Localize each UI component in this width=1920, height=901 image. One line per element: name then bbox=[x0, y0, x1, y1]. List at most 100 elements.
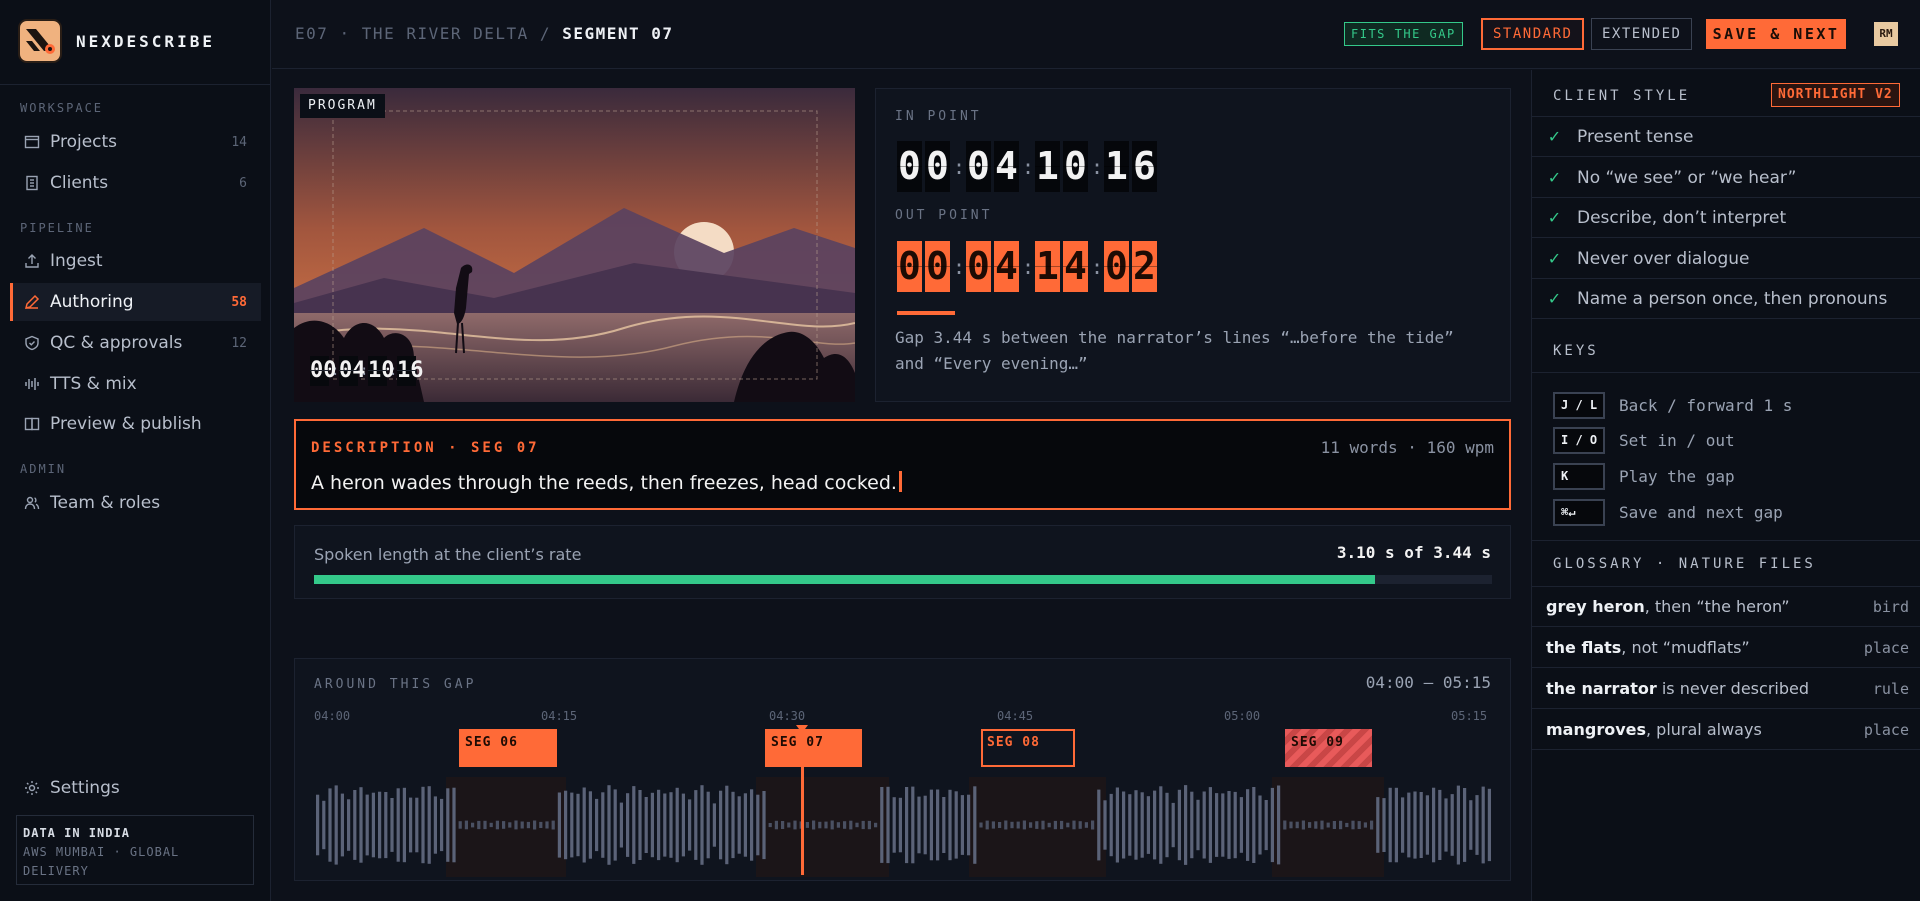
sidebar-item-projects[interactable]: Projects 14 bbox=[10, 123, 261, 161]
tc-minutes: 04 bbox=[339, 356, 366, 386]
out-s-digit: 4 bbox=[1063, 241, 1088, 292]
style-rule: ✓ No “we see” or “we hear” bbox=[1532, 158, 1920, 198]
book-icon bbox=[23, 415, 41, 433]
style-rule-text: Name a person once, then pronouns bbox=[1577, 288, 1888, 309]
gear-icon bbox=[23, 779, 41, 797]
avatar[interactable]: RM bbox=[1874, 22, 1898, 46]
region-line-2: AWS MUMBAI · GLOBAL bbox=[23, 845, 180, 859]
glossary-category: rule bbox=[1872, 679, 1909, 698]
sidebar-item-ingest[interactable]: Ingest bbox=[10, 242, 261, 280]
tick-label: 05:15 bbox=[1451, 709, 1488, 723]
sidebar-item-label: Clients bbox=[50, 173, 109, 193]
sidebar-item-authoring[interactable]: Authoring 58 bbox=[10, 283, 261, 321]
tc-separator: : bbox=[1091, 154, 1104, 179]
sidebar: NEXDESCRIBE WORKSPACE Projects 14 Client… bbox=[0, 0, 271, 901]
sidebar-item-tts-mix[interactable]: TTS & mix bbox=[10, 365, 261, 403]
out-m-digit: 0 bbox=[966, 241, 991, 292]
sidebar-item-clients[interactable]: Clients 6 bbox=[10, 164, 261, 202]
style-rule: ✓ Describe, don’t interpret bbox=[1532, 198, 1920, 238]
sidebar-item-count: 58 bbox=[231, 294, 247, 310]
glossary-term-bold: the flats bbox=[1546, 638, 1622, 657]
extended-toggle-button[interactable]: EXTENDED bbox=[1591, 18, 1693, 50]
glossary-term-bold: mangroves bbox=[1546, 720, 1646, 739]
segment-08[interactable]: SEG 08 bbox=[981, 729, 1075, 767]
segment-07[interactable]: SEG 07 bbox=[765, 729, 862, 767]
save-next-button[interactable]: SAVE & NEXT bbox=[1706, 19, 1846, 49]
in-s-digit: 1 bbox=[1035, 141, 1060, 192]
region-line-3: DELIVERY bbox=[23, 864, 89, 878]
shortcut-key: J / L bbox=[1553, 391, 1605, 419]
topbar: E07 · THE RIVER DELTA / SEGMENT 07 FITS … bbox=[272, 0, 1920, 69]
shortcut-key: K bbox=[1553, 462, 1605, 490]
shortcut-row: J / L Back / forward 1 s bbox=[1553, 391, 1792, 419]
sidebar-item-label: Authoring bbox=[50, 292, 134, 312]
check-icon: ✓ bbox=[1547, 168, 1562, 187]
glossary-item[interactable]: grey heron, then “the heron” bird bbox=[1532, 587, 1920, 627]
sidebar-item-label: Projects bbox=[50, 132, 118, 152]
region-line-1: DATA IN INDIA bbox=[23, 826, 130, 840]
in-point-timecode[interactable]: 0 0 : 0 4 : 1 0 : 1 6 bbox=[897, 141, 1160, 192]
timeline-panel[interactable]: AROUND THIS GAP 04:00 – 05:15 04:00 04:1… bbox=[294, 658, 1511, 881]
shortcut-row: K Play the gap bbox=[1553, 462, 1735, 490]
timeline-label: AROUND THIS GAP bbox=[314, 677, 477, 692]
program-monitor[interactable]: PROGRAM 00 : 04 : 10 : 16 bbox=[294, 88, 855, 402]
in-h-digit: 0 bbox=[897, 141, 922, 192]
tick-label: 04:00 bbox=[314, 709, 351, 723]
breadcrumb-path[interactable]: E07 · THE RIVER DELTA / bbox=[295, 24, 551, 43]
style-guide-badge[interactable]: NORTHLIGHT V2 bbox=[1771, 83, 1900, 107]
glossary-term: the narrator is never described bbox=[1546, 679, 1809, 698]
out-point-label: OUT POINT bbox=[895, 208, 993, 223]
text-caret bbox=[898, 471, 902, 492]
glossary-term: the flats, not “mudflats” bbox=[1546, 638, 1750, 657]
tc-frames: 16 bbox=[397, 356, 424, 386]
out-h-digit: 0 bbox=[897, 241, 922, 292]
sidebar-item-preview-publish[interactable]: Preview & publish bbox=[10, 405, 261, 443]
sidebar-item-count: 14 bbox=[231, 134, 247, 150]
glossary-heading: GLOSSARY · NATURE FILES bbox=[1553, 556, 1816, 572]
style-rule: ✓ Never over dialogue bbox=[1532, 239, 1920, 279]
sidebar-item-qc-approvals[interactable]: QC & approvals 12 bbox=[10, 324, 261, 362]
data-region-box: DATA IN INDIA AWS MUMBAI · GLOBAL DELIVE… bbox=[16, 815, 254, 885]
description-text[interactable]: A heron wades through the reeds, then fr… bbox=[311, 471, 902, 494]
sidebar-item-label: Settings bbox=[50, 778, 120, 798]
glossary-item[interactable]: the flats, not “mudflats” place bbox=[1532, 628, 1920, 668]
out-point-timecode[interactable]: 0 0 : 0 4 : 1 4 : 0 2 bbox=[897, 241, 1160, 292]
pen-icon bbox=[23, 293, 41, 311]
gap-description: Gap 3.44 s between the narrator’s lines … bbox=[895, 328, 1454, 373]
sidebar-item-settings[interactable]: Settings bbox=[10, 769, 261, 807]
tc-separator: : bbox=[1022, 154, 1035, 179]
client-style-heading: CLIENT STYLE bbox=[1553, 88, 1691, 104]
breadcrumb: E07 · THE RIVER DELTA / SEGMENT 07 bbox=[295, 24, 674, 43]
sidebar-item-team-roles[interactable]: Team & roles bbox=[10, 484, 261, 522]
spoken-length-panel: Spoken length at the client’s rate 3.10 … bbox=[294, 525, 1511, 599]
sidebar-item-label: TTS & mix bbox=[50, 374, 137, 394]
glossary-term-bold: grey heron bbox=[1546, 597, 1645, 616]
shortcut-description: Back / forward 1 s bbox=[1619, 395, 1793, 415]
glossary-item[interactable]: mangroves, plural always place bbox=[1532, 710, 1920, 750]
right-panel: CLIENT STYLE NORTHLIGHT V2 ✓ Present ten… bbox=[1531, 70, 1920, 901]
spoken-length-track bbox=[314, 575, 1492, 584]
glossary-note: , then “the heron” bbox=[1644, 597, 1790, 616]
folder-icon bbox=[23, 133, 41, 151]
playhead[interactable] bbox=[801, 725, 804, 875]
glossary-item[interactable]: the narrator is never described rule bbox=[1532, 669, 1920, 709]
segment-09[interactable]: SEG 09 bbox=[1285, 729, 1372, 767]
sidebar-item-label: Ingest bbox=[50, 251, 103, 271]
shortcut-description: Set in / out bbox=[1619, 430, 1735, 450]
description-editor[interactable]: DESCRIPTION · SEG 07 11 words · 160 wpm … bbox=[294, 419, 1511, 510]
in-f-digit: 1 bbox=[1104, 141, 1129, 192]
description-text-value: A heron wades through the reeds, then fr… bbox=[311, 472, 897, 494]
shortcut-key: I / O bbox=[1553, 426, 1605, 454]
tc-hours: 00 bbox=[310, 356, 337, 386]
section-pipeline: PIPELINE bbox=[20, 221, 94, 235]
out-m-digit: 4 bbox=[994, 241, 1019, 292]
glossary-note: , plural always bbox=[1646, 720, 1762, 739]
segment-06[interactable]: SEG 06 bbox=[459, 729, 557, 767]
standard-toggle-button[interactable]: STANDARD bbox=[1481, 18, 1585, 50]
glossary-term: grey heron, then “the heron” bbox=[1546, 597, 1790, 616]
in-s-digit: 0 bbox=[1063, 141, 1088, 192]
in-h-digit: 0 bbox=[925, 141, 950, 192]
tc-separator: : bbox=[1091, 254, 1104, 279]
brand[interactable]: NEXDESCRIBE bbox=[18, 19, 215, 63]
tc-seconds: 10 bbox=[368, 356, 395, 386]
